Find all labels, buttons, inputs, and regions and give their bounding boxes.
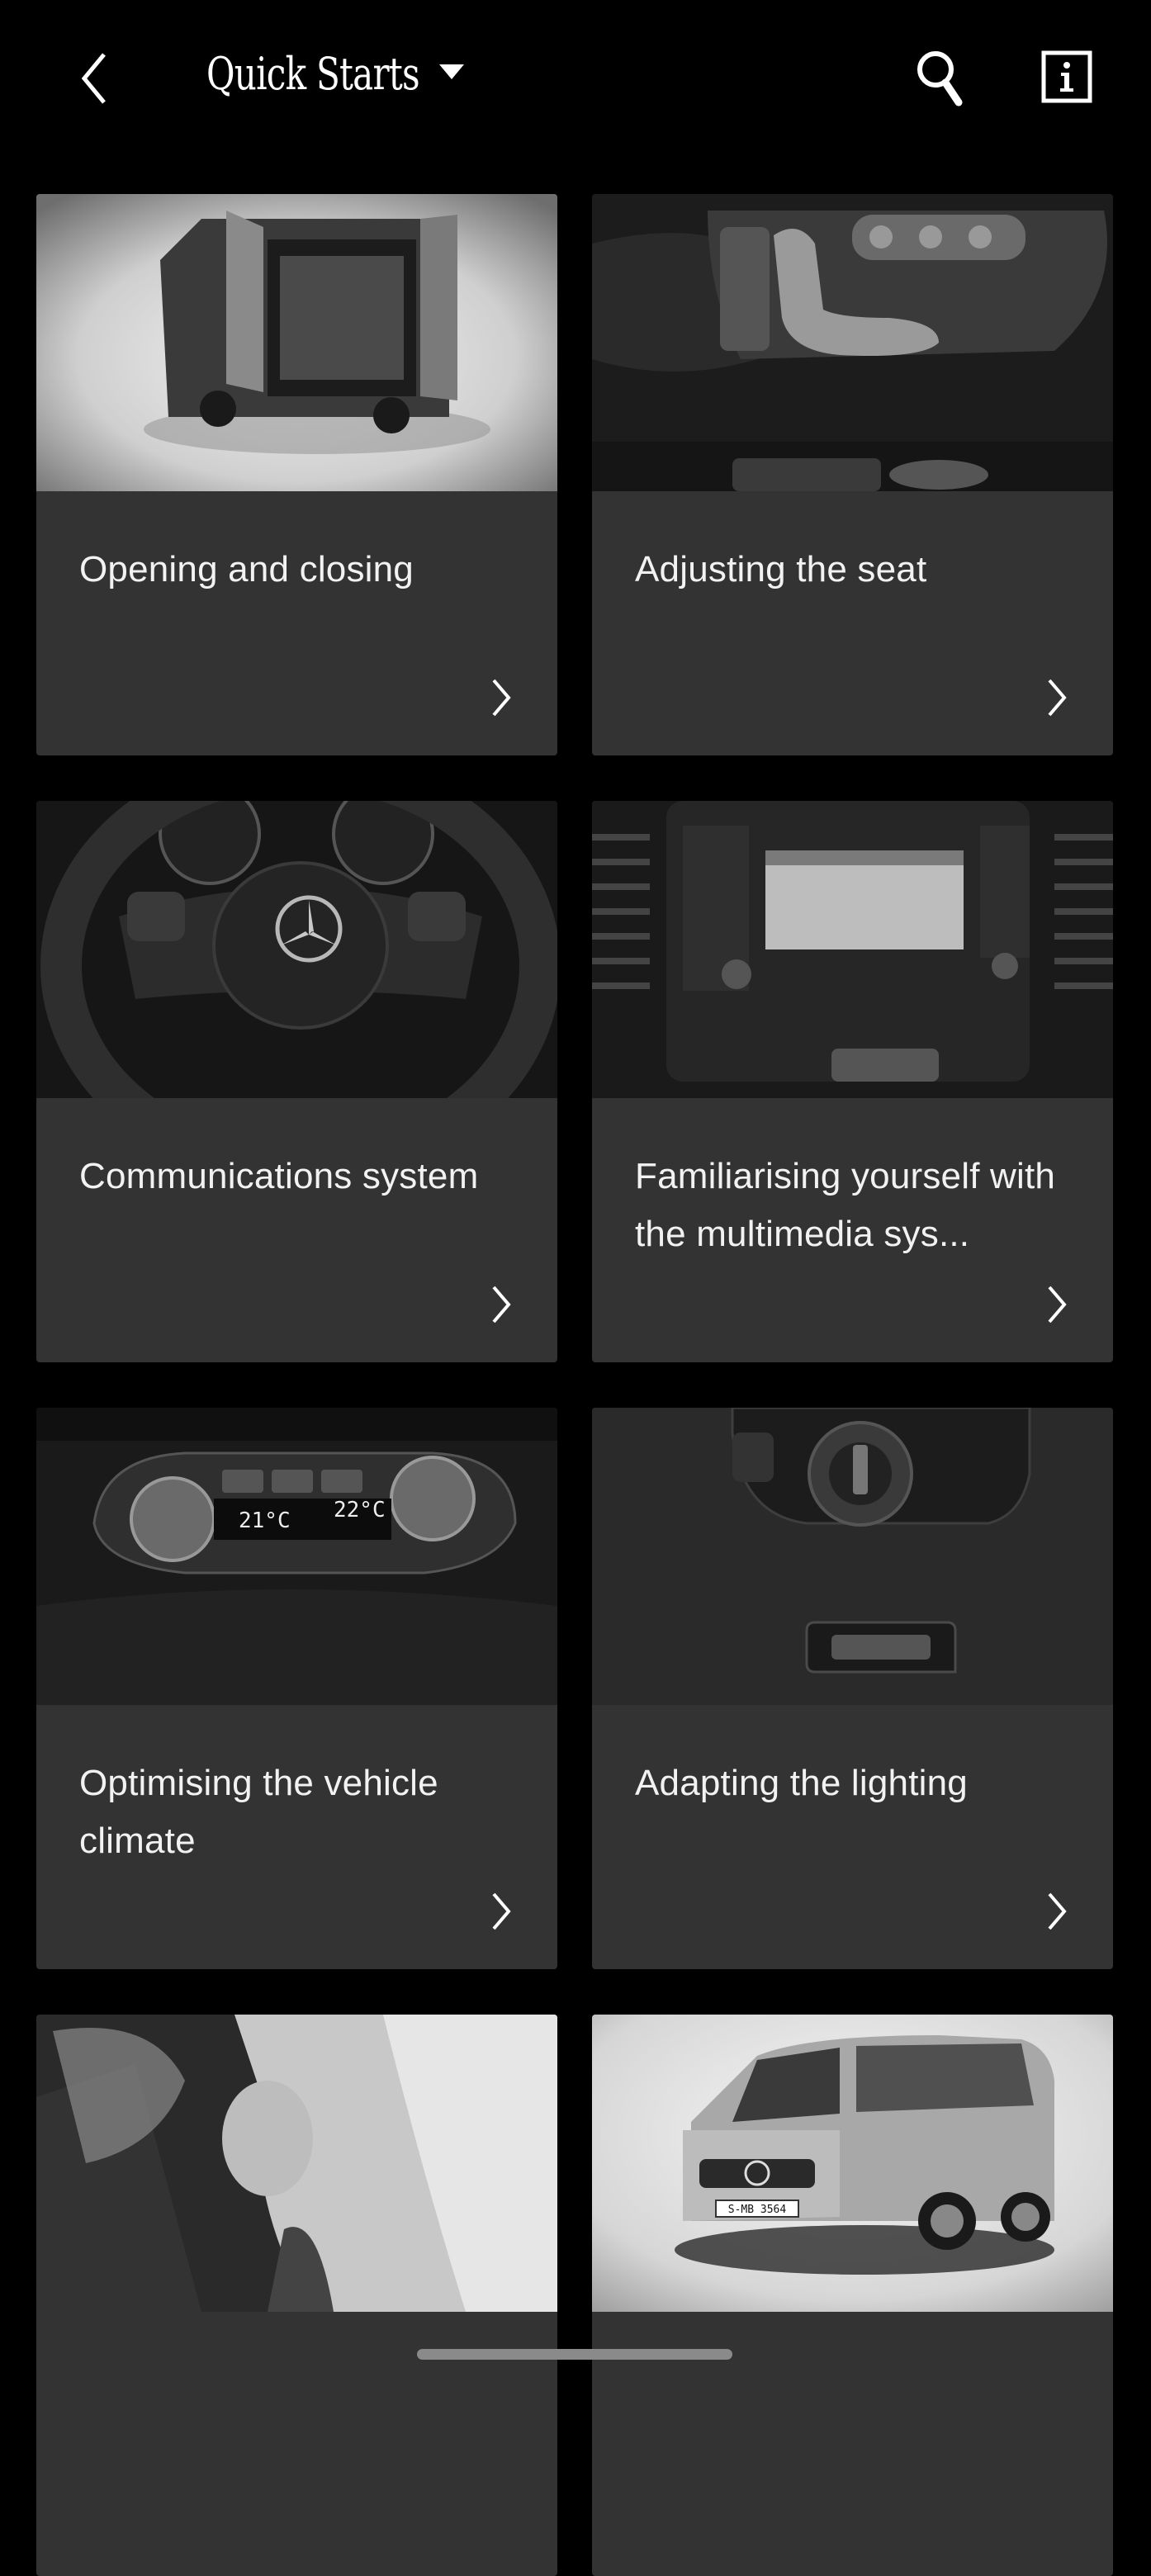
climate-right-temp: 22°C (334, 1498, 386, 1522)
license-plate: S-MB 3564 (728, 2204, 787, 2216)
chevron-right-icon (1048, 679, 1067, 717)
home-indicator-bar[interactable] (417, 2349, 732, 2360)
card-label: Familiarising yourself with the multimed… (635, 1156, 1056, 1254)
chevron-right-icon (492, 1892, 511, 1930)
dropdown-caret-icon (439, 64, 464, 79)
card-adjusting-the-seat[interactable]: Adjusting the seat (592, 194, 1113, 755)
card-vehicle-overview[interactable]: S-MB 3564 (592, 2015, 1113, 2576)
card-label: Optimising the vehicle climate (79, 1763, 438, 1861)
card-label: Adapting the lighting (635, 1763, 968, 1803)
card-image-head-unit (592, 801, 1113, 1098)
card-label: Communications system (79, 1156, 479, 1196)
card-airbags[interactable] (36, 2015, 557, 2576)
chevron-right-icon (1048, 1892, 1067, 1930)
page-title: Quick Starts (206, 48, 420, 100)
chevron-right-icon (492, 679, 511, 717)
card-communications-system[interactable]: Communications system (36, 801, 557, 1362)
chevron-right-icon (1048, 1286, 1067, 1324)
card-image-seat-controls (592, 194, 1113, 491)
chevron-right-icon (492, 1286, 511, 1324)
card-image-light-switch (592, 1408, 1113, 1705)
card-image-steering-wheel (36, 801, 557, 1098)
card-image-van-rear (36, 194, 557, 491)
section-dropdown[interactable]: Quick Starts (206, 48, 464, 100)
climate-left-temp: 21°C (239, 1508, 291, 1533)
top-app-bar: Quick Starts (0, 0, 1151, 157)
card-image-climate-panel: 21°C 22°C (36, 1408, 557, 1705)
back-chevron-icon[interactable] (74, 51, 112, 106)
search-icon[interactable] (915, 48, 968, 107)
card-image-van-front: S-MB 3564 (592, 2015, 1113, 2312)
card-multimedia-system[interactable]: Familiarising yourself with the multimed… (592, 801, 1113, 1362)
card-adapting-lighting[interactable]: Adapting the lighting (592, 1408, 1113, 1969)
card-image-airbags (36, 2015, 557, 2312)
card-vehicle-climate[interactable]: 21°C 22°C Optimising the vehicle climate (36, 1408, 557, 1969)
card-opening-and-closing[interactable]: Opening and closing (36, 194, 557, 755)
info-icon[interactable] (1041, 50, 1092, 103)
card-label: Adjusting the seat (635, 549, 927, 590)
card-label: Opening and closing (79, 549, 414, 590)
